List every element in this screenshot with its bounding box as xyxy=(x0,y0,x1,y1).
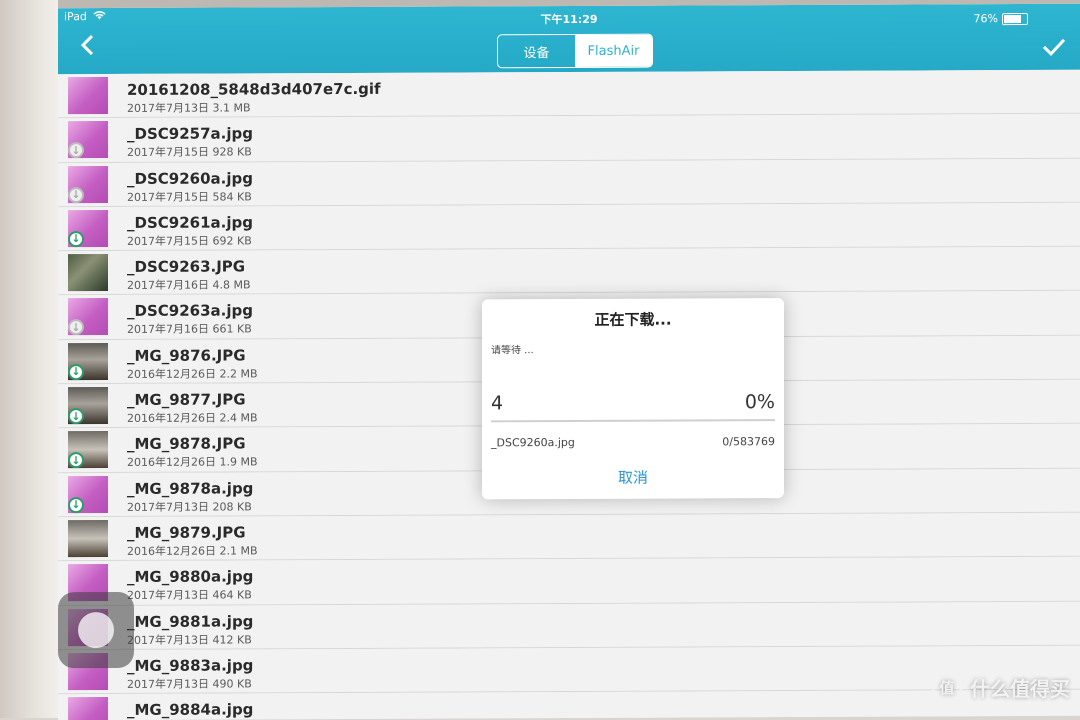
file-meta: 2017年7月13日 3.1 MB xyxy=(127,101,251,115)
file-row[interactable]: _MG_9883a.jpg 2017年7月13日 490 KB xyxy=(58,645,1080,695)
download-percent: 0% xyxy=(744,391,775,414)
checkmark-icon xyxy=(1042,38,1066,57)
file-name: _MG_9878.JPG xyxy=(127,434,246,454)
file-name: 20161208_5848d3d407e7c.gif xyxy=(127,79,381,99)
file-meta: 2016年12月26日 2.4 MB xyxy=(127,411,258,426)
download-filename: _DSC9260a.jpg xyxy=(491,435,575,450)
watermark-logo: 值 xyxy=(932,672,962,702)
file-name: _MG_9878a.jpg xyxy=(127,479,254,498)
file-row[interactable]: _MG_9884a.jpg xyxy=(58,689,1080,720)
file-meta: 2017年7月13日 412 KB xyxy=(127,632,252,647)
download-progress-dialog: 正在下载... 请等待 ... 4 0% _DSC9260a.jpg 0/583… xyxy=(482,298,784,500)
file-meta: 2017年7月15日 692 KB xyxy=(127,234,252,248)
download-count: 4 xyxy=(491,392,504,415)
file-meta: 2017年7月15日 928 KB xyxy=(127,145,252,160)
ipad-screen: iPad 下午11:29 76% 设备 FlashAir 20161208_58… xyxy=(58,3,1080,720)
file-name: _DSC9261a.jpg xyxy=(127,213,253,232)
file-row[interactable]: _MG_9879.JPG 2016年12月26日 2.1 MB xyxy=(58,512,1080,562)
file-row[interactable]: ↓ _DSC9261a.jpg 2017年7月15日 692 KB xyxy=(58,202,1080,252)
segment-device[interactable]: 设备 xyxy=(498,35,575,67)
file-name: _DSC9263.JPG xyxy=(127,257,246,277)
download-bytes: 0/583769 xyxy=(722,435,775,449)
file-meta: 2017年7月15日 584 KB xyxy=(127,189,252,204)
download-arrow-icon: ↓ xyxy=(68,363,84,380)
device-bezel-left xyxy=(0,0,58,718)
navigation-bar: iPad 下午11:29 76% 设备 FlashAir xyxy=(58,3,1080,75)
progress-bar xyxy=(491,419,775,423)
confirm-button[interactable] xyxy=(1042,36,1066,62)
watermark: 值 什么值得买 xyxy=(932,672,1070,702)
dialog-title: 正在下载... xyxy=(594,310,672,329)
battery-percent: 76% xyxy=(973,12,998,26)
file-meta: 2016年12月26日 2.1 MB xyxy=(127,544,258,558)
file-name: _DSC9257a.jpg xyxy=(127,124,253,144)
battery-status: 76% xyxy=(974,12,1028,25)
download-arrow-icon: ↓ xyxy=(68,496,84,513)
file-name: _MG_9876.JPG xyxy=(127,346,246,365)
download-arrow-icon: ↓ xyxy=(68,408,84,425)
assistive-touch-button[interactable] xyxy=(58,591,134,669)
file-name: _MG_9879.JPG xyxy=(127,523,246,542)
file-name: _MG_9877.JPG xyxy=(127,390,246,410)
file-name: _MG_9880a.jpg xyxy=(127,567,254,587)
dialog-message: 请等待 ... xyxy=(491,345,534,357)
battery-icon xyxy=(1002,12,1028,25)
file-name: _MG_9884a.jpg xyxy=(127,700,254,720)
file-row[interactable]: _MG_9881a.jpg 2017年7月13日 412 KB xyxy=(58,601,1080,651)
file-meta: 2016年12月26日 1.9 MB xyxy=(127,455,258,470)
file-name: _DSC9263a.jpg xyxy=(127,301,253,321)
segment-flashair[interactable]: FlashAir xyxy=(575,34,652,67)
file-row[interactable]: 20161208_5848d3d407e7c.gif 2017年7月13日 3.1… xyxy=(58,69,1080,119)
back-button[interactable] xyxy=(80,34,94,61)
file-thumbnail xyxy=(68,519,108,558)
status-time: 下午11:29 xyxy=(540,12,598,27)
source-segmented-control: 设备 FlashAir xyxy=(497,33,653,69)
file-name: _MG_9881a.jpg xyxy=(127,611,254,631)
download-arrow-icon: ↓ xyxy=(68,231,84,248)
file-meta: 2016年12月26日 2.2 MB xyxy=(127,367,258,381)
file-thumbnail xyxy=(68,254,108,292)
file-name: _MG_9883a.jpg xyxy=(127,656,254,675)
file-meta: 2017年7月16日 4.8 MB xyxy=(127,278,251,293)
file-row[interactable]: _DSC9263.JPG 2017年7月16日 4.8 MB xyxy=(58,246,1080,296)
file-row[interactable]: ↓ _DSC9260a.jpg 2017年7月15日 584 KB xyxy=(58,158,1080,208)
file-meta: 2017年7月13日 490 KB xyxy=(127,677,252,691)
file-row[interactable]: _MG_9880a.jpg 2017年7月13日 464 KB xyxy=(58,557,1080,606)
file-thumbnail xyxy=(68,77,108,115)
file-meta: 2017年7月16日 661 KB xyxy=(127,322,252,337)
cancel-button[interactable]: 取消 xyxy=(482,466,784,488)
file-meta: 2017年7月13日 464 KB xyxy=(127,588,252,603)
file-thumbnail xyxy=(68,697,108,720)
file-row[interactable]: ↓ _DSC9257a.jpg 2017年7月15日 928 KB xyxy=(58,114,1080,163)
download-arrow-icon: ↓ xyxy=(68,186,84,203)
watermark-text: 什么值得买 xyxy=(970,676,1070,701)
chevron-left-icon xyxy=(80,35,94,56)
file-meta: 2017年7月13日 208 KB xyxy=(127,500,252,514)
file-name: _DSC9260a.jpg xyxy=(127,168,253,188)
